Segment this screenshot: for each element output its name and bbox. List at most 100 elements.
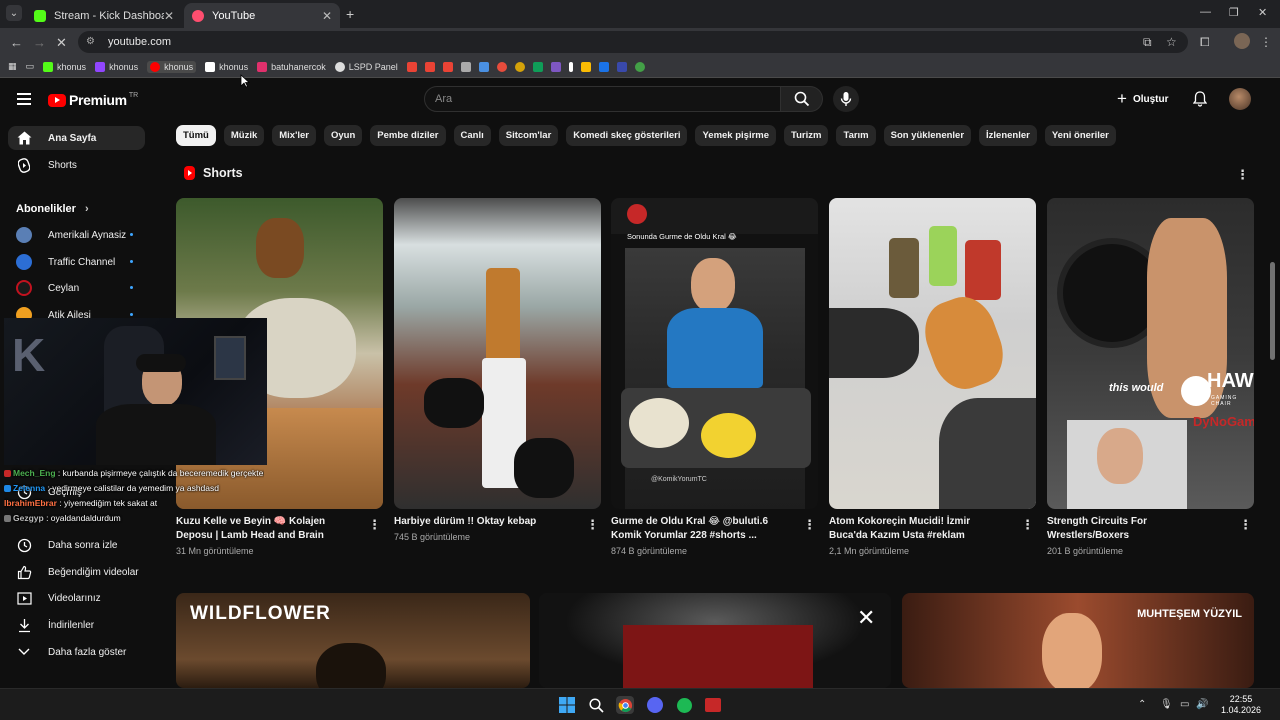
short-card[interactable]: Atom Kokoreçin Mucidi! İzmir Buca'da Kaz… xyxy=(829,198,1036,556)
short-card[interactable]: Harbiye dürüm !! Oktay kebap 745 B görün… xyxy=(394,198,601,542)
profile-avatar[interactable] xyxy=(1234,33,1250,49)
close-tab-icon[interactable]: ✕ xyxy=(164,9,174,23)
search-input[interactable]: Ara xyxy=(424,86,781,112)
gmail-icon[interactable] xyxy=(406,61,417,72)
youtube-premium-logo[interactable]: Premium TR xyxy=(48,92,138,108)
more-options-icon[interactable]: ⋮ xyxy=(1239,517,1252,533)
sheets-icon[interactable] xyxy=(532,61,543,72)
tab-youtube[interactable]: YouTube ✕ xyxy=(184,3,340,28)
chip[interactable]: Yemek pişirme xyxy=(695,125,777,146)
voice-search-button[interactable] xyxy=(833,86,859,112)
apps-icon[interactable]: ▦ xyxy=(8,61,17,72)
cast-icon[interactable]: ⧉ xyxy=(1143,35,1152,50)
extensions-icon[interactable]: ⧠ xyxy=(1200,35,1210,50)
address-bar[interactable]: ⚙ youtube.com xyxy=(78,31,1188,53)
gmail-icon[interactable] xyxy=(424,61,435,72)
page-scrollbar[interactable] xyxy=(1270,262,1275,360)
chip[interactable]: Komedi skeç gösterileri xyxy=(566,125,688,146)
chip[interactable]: Turizm xyxy=(784,125,829,146)
chip[interactable]: Son yüklenenler xyxy=(883,125,972,146)
sidebar-item-downloads[interactable]: İndirilenler xyxy=(8,613,145,637)
bookmark-instagram[interactable]: batuhanercok xyxy=(257,61,326,72)
keep-icon[interactable] xyxy=(580,61,591,72)
bookmark-icon[interactable] xyxy=(568,61,573,72)
more-options-icon[interactable]: ⋮ xyxy=(1021,517,1034,533)
close-window-icon[interactable]: ✕ xyxy=(1258,6,1267,19)
short-title[interactable]: Harbiye dürüm !! Oktay kebap xyxy=(394,515,574,529)
taskbar-search-icon[interactable] xyxy=(587,696,605,714)
short-thumbnail[interactable]: this would HAWK GAMING CHAIR DyNoGame xyxy=(1047,198,1254,509)
tab-kick-dashboard[interactable]: Stream - Kick Dashboard ✕ xyxy=(26,3,182,28)
create-button[interactable]: + Oluştur xyxy=(1117,88,1169,110)
back-icon[interactable]: ← xyxy=(10,35,23,50)
more-options-icon[interactable]: ⋮ xyxy=(586,517,599,533)
chip[interactable]: Canlı xyxy=(453,125,491,146)
bookmark-icon[interactable] xyxy=(514,61,525,72)
notifications-button[interactable] xyxy=(1192,91,1208,112)
short-title[interactable]: Strength Circuits For Wrestlers/Boxers xyxy=(1047,515,1227,543)
chip[interactable]: Tümü xyxy=(176,125,216,146)
bookmark-icon[interactable] xyxy=(550,61,561,72)
short-title[interactable]: Atom Kokoreçin Mucidi! İzmir Buca'da Kaz… xyxy=(829,515,1009,543)
account-avatar[interactable] xyxy=(1229,88,1251,110)
discord-icon[interactable] xyxy=(646,696,664,714)
bookmark-icon[interactable] xyxy=(478,61,489,72)
video-thumbnail[interactable]: WILDFLOWER xyxy=(176,593,530,688)
video-thumbnail[interactable]: ✕ xyxy=(539,593,891,688)
chip[interactable]: İzlenenler xyxy=(979,125,1037,146)
sidebar-item-show-more[interactable]: Daha fazla göster xyxy=(8,640,145,664)
bookmark-lspd[interactable]: LSPD Panel xyxy=(334,61,398,72)
taskbar-clock[interactable]: 22:55 1.04.2026 xyxy=(1212,694,1270,716)
chip[interactable]: Pembe diziler xyxy=(370,125,446,146)
stop-loading-icon[interactable]: ✕ xyxy=(56,35,67,51)
short-thumbnail[interactable] xyxy=(394,198,601,509)
sidebar-channel[interactable]: Amerikali Aynasiz xyxy=(8,223,145,247)
bookmark-icon[interactable] xyxy=(616,61,627,72)
spotify-icon[interactable] xyxy=(675,696,693,714)
chip[interactable]: Mix'ler xyxy=(272,125,316,146)
forward-icon[interactable]: → xyxy=(33,35,46,50)
short-thumbnail[interactable]: Sonunda Gurme de Oldu Kral 😂 @KomikYorum… xyxy=(611,198,818,509)
browser-menu-icon[interactable]: ⋮ xyxy=(1260,35,1272,49)
microphone-tray-icon[interactable]: 🎙 xyxy=(1160,699,1173,710)
bookmark-icon[interactable] xyxy=(496,61,507,72)
close-tab-icon[interactable]: ✕ xyxy=(322,9,332,23)
sidebar-channel[interactable]: Ceylan xyxy=(8,276,145,300)
more-options-icon[interactable]: ⋮ xyxy=(368,517,381,533)
tray-chevron-up-icon[interactable]: ⌃ xyxy=(1138,699,1146,710)
restore-icon[interactable]: ❐ xyxy=(1229,6,1239,19)
subscriptions-heading[interactable]: Abonelikler › xyxy=(16,203,89,215)
bookmark-twitch[interactable]: khonus xyxy=(95,61,138,72)
short-title[interactable]: Gurme de Oldu Kral 😂 @buluti.6 Komik Yor… xyxy=(611,515,791,543)
short-card[interactable]: this would HAWK GAMING CHAIR DyNoGame St… xyxy=(1047,198,1254,556)
chip[interactable]: Oyun xyxy=(323,125,363,146)
bookmark-kick[interactable]: khonus xyxy=(43,61,86,72)
bookmark-youtube[interactable]: khonus xyxy=(147,60,197,73)
start-menu-icon[interactable] xyxy=(558,696,576,714)
short-thumbnail[interactable] xyxy=(829,198,1036,509)
bookmark-star-icon[interactable]: ☆ xyxy=(1166,35,1177,49)
short-card[interactable]: Sonunda Gurme de Oldu Kral 😂 @KomikYorum… xyxy=(611,198,818,556)
drive-icon[interactable] xyxy=(598,61,609,72)
more-options-icon[interactable]: ⋮ xyxy=(1236,167,1249,183)
sidebar-item-your-videos[interactable]: Videolarınız xyxy=(8,586,145,610)
sidebar-item-watch-later[interactable]: Daha sonra izle xyxy=(8,533,145,557)
chip[interactable]: Sitcom'lar xyxy=(498,125,559,146)
network-icon[interactable]: ▭ xyxy=(1180,699,1189,710)
sidebar-item-shorts[interactable]: Shorts xyxy=(8,153,145,177)
bookmark-x[interactable]: khonus xyxy=(205,61,248,72)
volume-icon[interactable]: 🔊 xyxy=(1196,699,1208,710)
site-info-icon[interactable]: ⚙ xyxy=(86,36,98,48)
sidebar-item-liked[interactable]: Beğendiğim videolar xyxy=(8,560,145,584)
chip[interactable]: Müzik xyxy=(223,125,265,146)
minimize-icon[interactable]: — xyxy=(1200,6,1211,18)
chip[interactable]: Tarım xyxy=(836,125,876,146)
video-thumbnail[interactable]: MUHTEŞEM YÜZYIL xyxy=(902,593,1254,688)
more-options-icon[interactable]: ⋮ xyxy=(803,517,816,533)
search-button[interactable] xyxy=(781,86,823,112)
guide-menu-icon[interactable] xyxy=(17,93,31,105)
chip[interactable]: Yeni öneriler xyxy=(1044,125,1116,146)
sidebar-channel[interactable]: Traffic Channel xyxy=(8,250,145,274)
document-icon[interactable] xyxy=(460,61,471,72)
new-tab-button[interactable]: + xyxy=(346,6,354,22)
